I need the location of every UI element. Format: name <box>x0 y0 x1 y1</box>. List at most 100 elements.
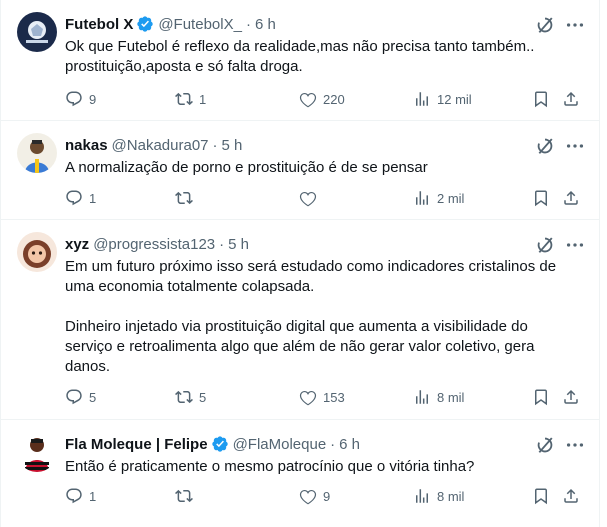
bookmark-button[interactable] <box>532 187 550 209</box>
share-icon <box>564 91 578 106</box>
tweet-text-line: uma economia totalmente colapsada. <box>65 278 315 295</box>
like-icon <box>299 489 317 505</box>
tweet-text-line: Então é praticamente o mesmo patrocínio … <box>65 458 475 475</box>
timestamp[interactable]: 6 h <box>255 16 276 33</box>
share-button[interactable] <box>562 187 580 209</box>
more-icon[interactable] <box>564 14 586 36</box>
user-handle[interactable]: @FutebolX_ <box>158 16 242 33</box>
like-count: 153 <box>323 389 345 405</box>
like-count: 9 <box>323 488 331 504</box>
separator: · <box>212 136 218 154</box>
user-handle[interactable]: @Nakadura07 <box>112 137 209 154</box>
bookmark-icon <box>535 190 547 207</box>
view-count: 8 mil <box>437 389 465 405</box>
reply-button[interactable]: 9 <box>65 88 96 110</box>
like-icon <box>299 390 317 406</box>
bookmark-icon <box>535 389 547 406</box>
separator: · <box>219 235 225 253</box>
tweet-text-blank-line <box>65 297 585 317</box>
grok-icon[interactable] <box>534 434 556 456</box>
timestamp[interactable]: 6 h <box>339 436 360 453</box>
user-handle[interactable]: @FlaMoleque <box>233 436 327 453</box>
like-button[interactable] <box>299 187 323 209</box>
more-icon[interactable] <box>564 234 586 256</box>
retweet-icon <box>175 191 193 205</box>
retweet-icon <box>175 390 193 404</box>
reply-button[interactable]: 1 <box>65 187 96 209</box>
timestamp[interactable]: 5 h <box>222 137 243 154</box>
share-button[interactable] <box>562 88 580 110</box>
avatar[interactable] <box>17 133 57 173</box>
reply-icon <box>66 91 82 107</box>
display-name[interactable]: xyz <box>65 236 89 253</box>
more-icon[interactable] <box>564 434 586 456</box>
display-name[interactable]: nakas <box>65 137 108 154</box>
tweet-text: Ok que Futebol é reflexo da realidade,ma… <box>65 37 585 77</box>
bookmark-button[interactable] <box>532 485 550 507</box>
tweet[interactable]: Fla Moleque | Felipe @FlaMoleque · 6 h E… <box>1 420 599 527</box>
share-icon <box>564 389 578 404</box>
tweet[interactable]: Futebol X @FutebolX_ · 6 h Ok que Futebo… <box>1 0 599 121</box>
like-button[interactable]: 153 <box>299 386 345 408</box>
timeline-border-right <box>599 0 600 527</box>
avatar[interactable] <box>17 232 57 272</box>
retweet-button[interactable]: 5 <box>175 386 206 408</box>
reply-button[interactable]: 1 <box>65 485 96 507</box>
reply-icon <box>66 488 82 504</box>
retweet-button[interactable] <box>175 187 199 209</box>
user-handle[interactable]: @progressista123 <box>93 236 215 253</box>
grok-icon[interactable] <box>534 14 556 36</box>
timestamp[interactable]: 5 h <box>228 236 249 253</box>
views-button[interactable]: 8 mil <box>413 386 464 408</box>
tweet-actions: 1 2 mil <box>65 187 595 209</box>
retweet-button[interactable] <box>175 485 199 507</box>
like-button[interactable]: 9 <box>299 485 330 507</box>
views-icon <box>416 390 428 404</box>
grok-icon[interactable] <box>534 234 556 256</box>
tweet-text-line: Ok que Futebol é reflexo da realidade,ma… <box>65 38 535 55</box>
views-button[interactable]: 12 mil <box>413 88 472 110</box>
reply-count: 1 <box>89 488 97 504</box>
reply-count: 5 <box>89 389 97 405</box>
views-icon <box>416 92 428 106</box>
tweet-header: Futebol X @FutebolX_ · 6 h <box>65 14 276 34</box>
tweet-text-line: Dinheiro injetado via prostituição digit… <box>65 318 528 335</box>
grok-icon[interactable] <box>534 135 556 157</box>
retweet-count: 5 <box>199 389 207 405</box>
views-button[interactable]: 2 mil <box>413 187 464 209</box>
bookmark-button[interactable] <box>532 88 550 110</box>
verified-badge-icon <box>211 436 228 452</box>
like-icon <box>299 92 317 108</box>
separator: · <box>330 435 336 453</box>
view-count: 2 mil <box>437 190 465 206</box>
tweet-text-line: danos. <box>65 358 111 375</box>
reply-count: 9 <box>89 91 97 107</box>
retweet-icon <box>175 489 193 503</box>
share-button[interactable] <box>562 485 580 507</box>
share-icon <box>564 190 578 205</box>
display-name[interactable]: Futebol X <box>65 16 133 33</box>
tweet-text-line: serviço e retroalimenta algo que além de… <box>65 338 535 355</box>
reply-button[interactable]: 5 <box>65 386 96 408</box>
tweet-header: nakas @Nakadura07 · 5 h <box>65 135 242 155</box>
retweet-icon <box>175 92 193 106</box>
share-button[interactable] <box>562 386 580 408</box>
verified-badge-icon <box>137 16 154 32</box>
tweet[interactable]: nakas @Nakadura07 · 5 h A normalização d… <box>1 121 599 220</box>
tweet-actions: 5 5 153 8 mil <box>65 386 595 408</box>
display-name[interactable]: Fla Moleque | Felipe <box>65 436 208 453</box>
tweet[interactable]: xyz @progressista123 · 5 h Em um futuro … <box>1 220 599 420</box>
bookmark-icon <box>535 91 547 108</box>
bookmark-icon <box>535 488 547 505</box>
avatar[interactable] <box>17 432 57 472</box>
avatar[interactable] <box>17 12 57 52</box>
reply-count: 1 <box>89 190 97 206</box>
share-icon <box>564 488 578 503</box>
views-button[interactable]: 8 mil <box>413 485 464 507</box>
tweet-text-line: A normalização de porno e prostituição é… <box>65 159 428 176</box>
like-button[interactable]: 220 <box>299 88 345 110</box>
more-icon[interactable] <box>564 135 586 157</box>
retweet-button[interactable]: 1 <box>175 88 206 110</box>
bookmark-button[interactable] <box>532 386 550 408</box>
views-icon <box>416 191 428 205</box>
